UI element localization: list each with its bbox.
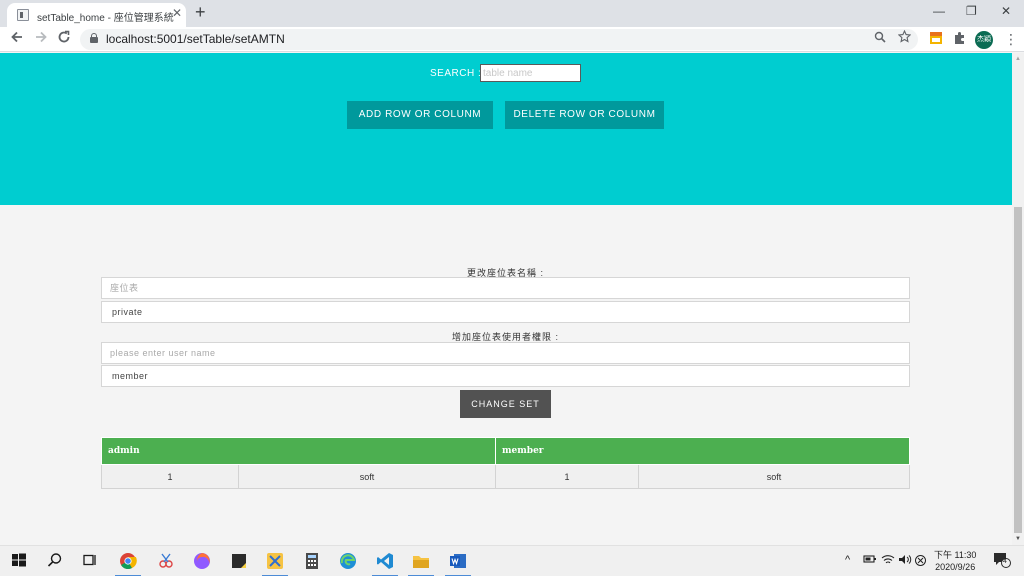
- table-row: 1 soft 1 soft: [101, 464, 910, 489]
- profile-avatar[interactable]: 杰穎: [975, 31, 993, 49]
- scrollbar-thumb[interactable]: [1014, 207, 1022, 533]
- tray-expand-icon[interactable]: ^: [845, 554, 850, 566]
- clock-time: 下午 11:30: [934, 550, 977, 560]
- member-column-header: member: [495, 437, 910, 465]
- minimize-button[interactable]: —: [933, 4, 945, 18]
- restore-button[interactable]: ❐: [966, 4, 977, 18]
- back-arrow-icon[interactable]: [10, 30, 24, 48]
- page-scrollbar[interactable]: ▲ ▼: [1012, 53, 1024, 545]
- page-favicon-icon: [17, 9, 29, 21]
- lock-icon: [90, 33, 98, 43]
- permissions-table: admin member 1 soft 1 soft: [101, 437, 910, 489]
- admin-column-header: admin: [101, 437, 496, 465]
- role-select[interactable]: member: [101, 365, 910, 387]
- hero-section: SEARCH : ADD ROW OR COLUNM DELETE ROW OR…: [0, 53, 1012, 205]
- extension-calendar-icon[interactable]: [929, 31, 943, 50]
- user-name-input[interactable]: [101, 342, 910, 364]
- delete-row-column-button[interactable]: DELETE ROW OR COLUNM: [505, 101, 664, 129]
- reload-icon[interactable]: [57, 30, 71, 48]
- notification-count-badge: 4: [1003, 558, 1007, 565]
- browser-toolbar: localhost:5001/setTable/setAMTN: [0, 27, 1024, 52]
- browser-tab[interactable]: setTable_home - 座位管理系統 ✕: [7, 3, 186, 27]
- visibility-select[interactable]: private: [101, 301, 910, 323]
- chrome-icon[interactable]: [115, 552, 141, 576]
- forward-arrow-icon[interactable]: [34, 30, 48, 48]
- volume-icon[interactable]: [898, 554, 912, 568]
- address-bar[interactable]: localhost:5001/setTable/setAMTN: [80, 29, 918, 50]
- bookmark-star-icon[interactable]: [897, 29, 912, 46]
- file-explorer-icon[interactable]: [408, 552, 434, 576]
- scroll-up-icon[interactable]: ▲: [1015, 56, 1021, 62]
- extensions-puzzle-icon[interactable]: [953, 31, 967, 50]
- wifi-icon[interactable]: [881, 554, 895, 568]
- close-window-button[interactable]: ✕: [1001, 4, 1011, 18]
- sticky-notes-icon[interactable]: [230, 552, 248, 570]
- battery-icon[interactable]: [863, 554, 877, 567]
- scroll-down-icon[interactable]: ▼: [1015, 536, 1021, 542]
- change-set-button[interactable]: CHANGE SET: [460, 390, 551, 418]
- task-view-icon[interactable]: [82, 552, 100, 570]
- table-cell: 1: [495, 464, 639, 489]
- windows-taskbar: ^ 下午 11:30 2020/9/26 4: [0, 545, 1024, 576]
- add-row-column-button[interactable]: ADD ROW OR COLUNM: [347, 101, 493, 129]
- snipping-tool-icon[interactable]: [157, 552, 175, 570]
- notification-center-icon[interactable]: [993, 552, 1011, 571]
- page-viewport: SEARCH : ADD ROW OR COLUNM DELETE ROW OR…: [0, 53, 1012, 545]
- tools-app-icon[interactable]: [262, 552, 288, 576]
- new-tab-button[interactable]: +: [195, 2, 206, 23]
- vscode-icon[interactable]: [372, 552, 398, 576]
- clock-date: 2020/9/26: [935, 562, 976, 572]
- search-icon[interactable]: [47, 552, 65, 570]
- edge-icon[interactable]: [339, 552, 357, 570]
- word-icon[interactable]: [445, 552, 471, 576]
- firefox-icon[interactable]: [193, 552, 211, 570]
- tab-close-icon[interactable]: ✕: [172, 6, 182, 20]
- calculator-icon[interactable]: [303, 552, 321, 570]
- table-cell: soft: [238, 464, 496, 489]
- table-search-input[interactable]: [480, 64, 581, 82]
- table-cell: 1: [101, 464, 239, 489]
- ime-indicator-icon[interactable]: [914, 554, 927, 570]
- system-clock[interactable]: 下午 11:30 2020/9/26: [934, 549, 976, 573]
- tab-title: setTable_home - 座位管理系統: [37, 13, 174, 24]
- search-label: SEARCH :: [430, 68, 482, 79]
- table-cell: soft: [638, 464, 910, 489]
- url-text: localhost:5001/setTable/setAMTN: [106, 32, 285, 46]
- table-header-row: admin member: [101, 437, 910, 465]
- windows-start-icon[interactable]: [11, 552, 29, 570]
- table-name-input[interactable]: [101, 277, 910, 299]
- menu-kebab-icon[interactable]: ⋮: [1004, 31, 1018, 48]
- browser-tab-strip: setTable_home - 座位管理系統 ✕ + — ❐ ✕: [0, 0, 1024, 27]
- zoom-icon[interactable]: [874, 31, 886, 46]
